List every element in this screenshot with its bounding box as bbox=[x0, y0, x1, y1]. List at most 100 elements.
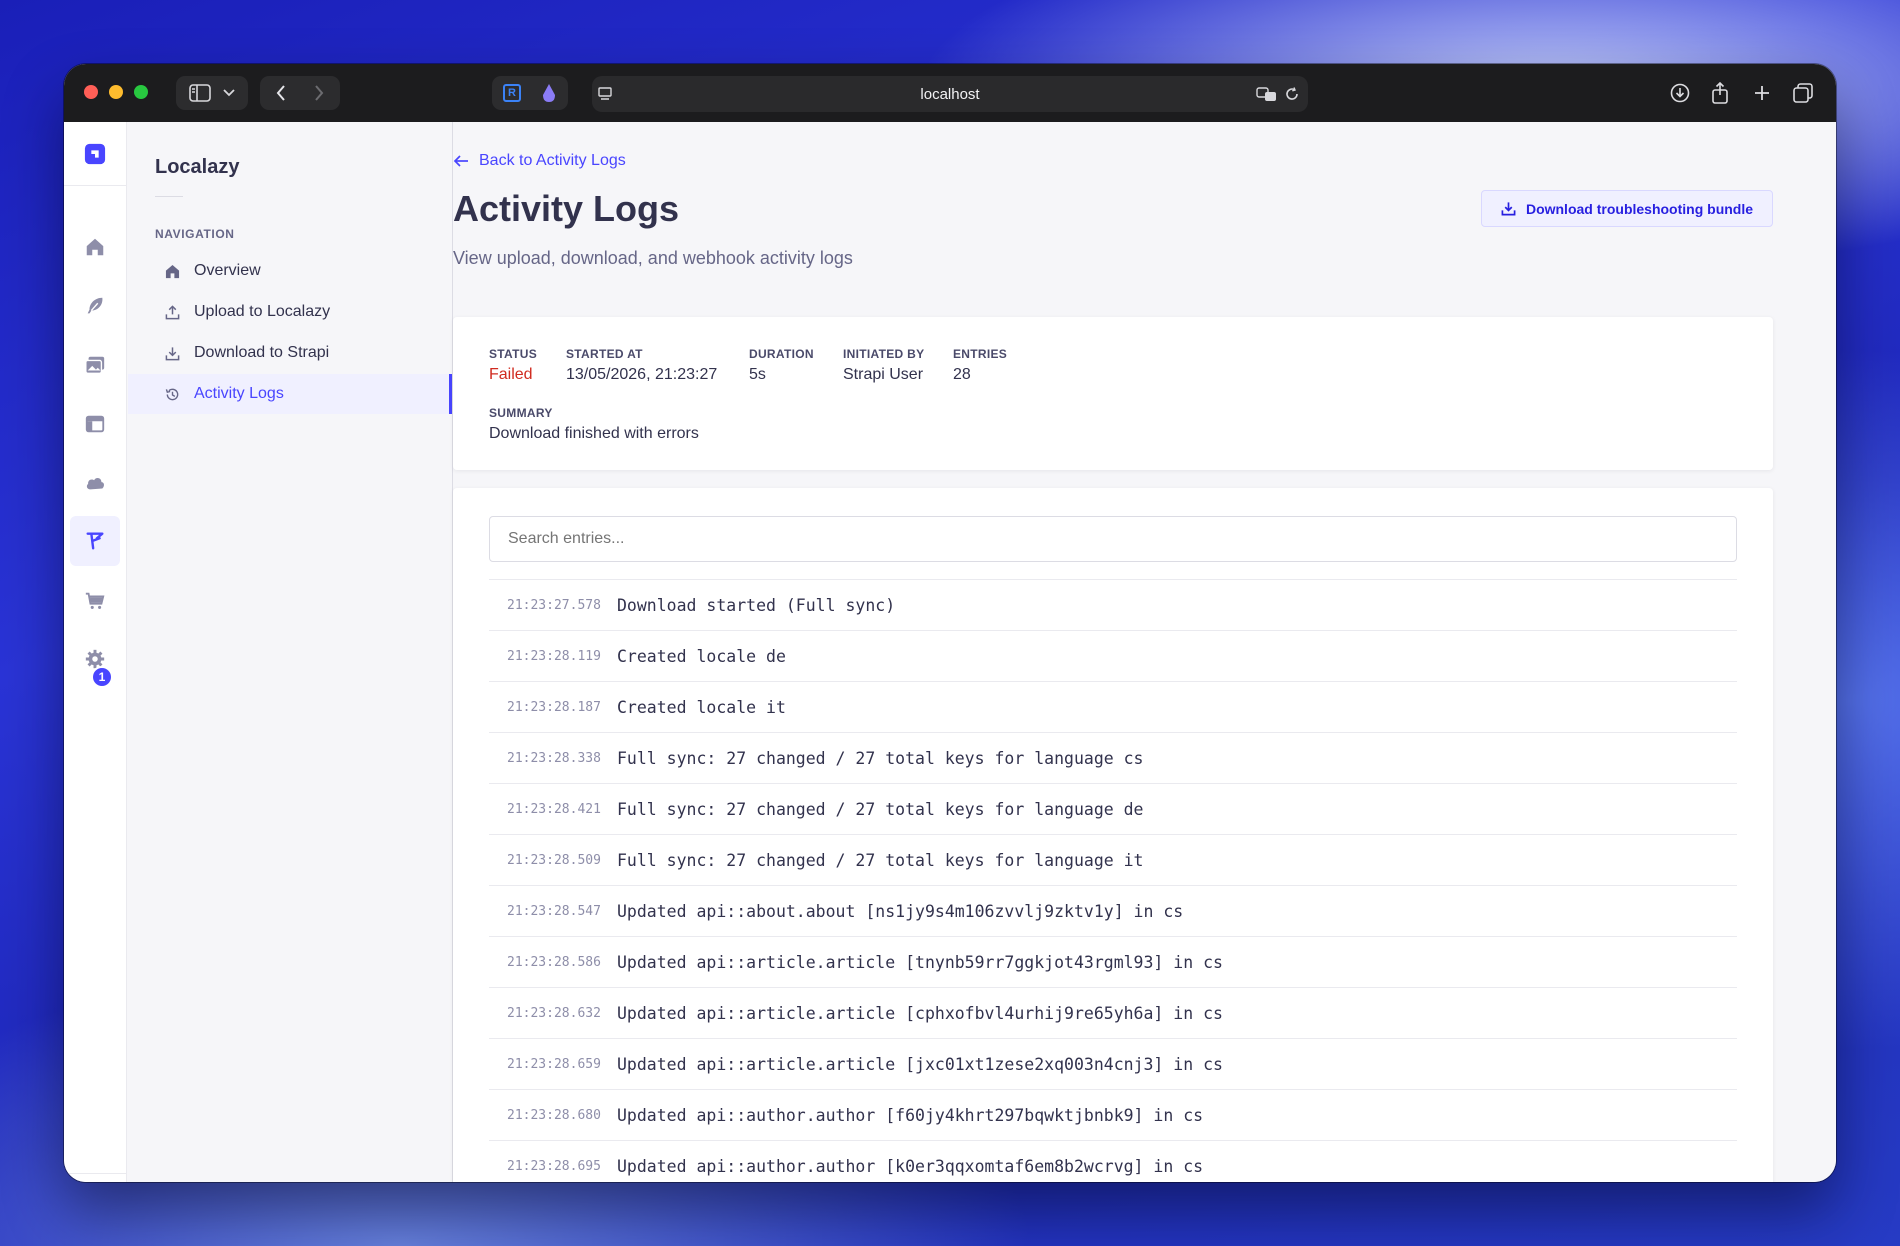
summary-label: SUMMARY bbox=[489, 406, 553, 420]
reload-icon[interactable] bbox=[1285, 87, 1299, 101]
log-entry-message: Updated api::author.author [f60jy4khrt29… bbox=[617, 1105, 1204, 1125]
log-entry-time: 21:23:28.695 bbox=[507, 1158, 601, 1174]
log-entry-time: 21:23:28.547 bbox=[507, 903, 601, 919]
log-entry-message: Download started (Full sync) bbox=[617, 595, 896, 615]
rail-content-manager[interactable] bbox=[70, 399, 120, 449]
initiated-by-label: INITIATED BY bbox=[843, 347, 925, 361]
page-settings-icon[interactable] bbox=[598, 87, 614, 101]
log-entry-row: 21:23:28.338 Full sync: 27 changed / 27 t… bbox=[489, 732, 1737, 783]
log-entry-row: 21:23:28.659 Updated api::article.article… bbox=[489, 1038, 1737, 1089]
zoom-window-button[interactable] bbox=[134, 85, 148, 99]
log-entry-message: Updated api::article.article [jxc01xt1ze… bbox=[617, 1054, 1223, 1074]
minimize-window-button[interactable] bbox=[109, 85, 123, 99]
cart-icon bbox=[85, 592, 105, 609]
cloud-icon bbox=[86, 477, 104, 490]
status-field: STATUS Failed bbox=[489, 347, 537, 384]
rail-cloud[interactable] bbox=[70, 458, 120, 508]
log-summary-card bbox=[453, 317, 1773, 470]
back-arrow-icon[interactable] bbox=[276, 85, 286, 101]
downloads-icon[interactable] bbox=[1667, 80, 1693, 106]
sidebar-icon bbox=[189, 84, 211, 102]
new-tab-icon[interactable] bbox=[1749, 80, 1775, 106]
window-controls bbox=[84, 85, 148, 99]
browser-toolbar: R localhost bbox=[64, 64, 1836, 122]
close-window-button[interactable] bbox=[84, 85, 98, 99]
rail-marketplace[interactable] bbox=[70, 576, 120, 626]
rail-divider bbox=[64, 185, 127, 186]
sidebar-toggle-button[interactable] bbox=[176, 76, 248, 110]
duration-label: DURATION bbox=[749, 347, 814, 361]
summary-field: SUMMARY Download finished with errors bbox=[489, 406, 699, 443]
log-entry-message: Created locale de bbox=[617, 646, 786, 666]
log-entry-time: 21:23:28.338 bbox=[507, 750, 601, 766]
log-entry-message: Full sync: 27 changed / 27 total keys fo… bbox=[617, 850, 1144, 870]
log-entry-time: 21:23:28.119 bbox=[507, 648, 601, 664]
localazy-icon bbox=[86, 532, 104, 550]
sidebar-item-label: Activity Logs bbox=[194, 385, 284, 402]
rail-home[interactable] bbox=[70, 222, 120, 272]
sidebar-item-activity-logs[interactable]: Activity Logs bbox=[128, 374, 452, 414]
upload-icon bbox=[165, 304, 185, 320]
sidebar-item-download[interactable]: Download to Strapi bbox=[128, 333, 452, 373]
rail-content-type-builder[interactable] bbox=[70, 281, 120, 331]
download-bundle-button[interactable]: Download troubleshooting bundle bbox=[1481, 190, 1773, 227]
log-entry-message: Updated api::article.article [cphxofbvl4… bbox=[617, 1003, 1223, 1023]
layout-icon bbox=[85, 415, 105, 433]
extension-icon[interactable] bbox=[541, 83, 557, 103]
sidebar-item-label: Overview bbox=[194, 262, 261, 279]
back-link-label: Back to Activity Logs bbox=[479, 152, 626, 169]
download-bundle-label: Download troubleshooting bundle bbox=[1525, 200, 1754, 217]
tab-overview-icon[interactable] bbox=[1790, 80, 1816, 106]
search-entries-input[interactable] bbox=[489, 516, 1737, 562]
log-entry-time: 21:23:28.659 bbox=[507, 1056, 601, 1072]
share-icon[interactable] bbox=[1707, 80, 1733, 106]
started-at-value: 13/05/2026, 21:23:27 bbox=[566, 366, 718, 383]
rail-localazy-plugin[interactable] bbox=[70, 516, 120, 566]
summary-value: Download finished with errors bbox=[489, 425, 699, 442]
history-nav-group bbox=[260, 76, 340, 110]
home-icon bbox=[86, 238, 104, 256]
log-entry-row: 21:23:28.586 Updated api::article.article… bbox=[489, 936, 1737, 987]
log-entry-message: Full sync: 27 changed / 27 total keys fo… bbox=[617, 748, 1144, 768]
forward-arrow-icon[interactable] bbox=[314, 85, 324, 101]
rail-media-library[interactable] bbox=[70, 340, 120, 390]
log-entry-row: 21:23:27.578 Download started (Full sync) bbox=[489, 579, 1737, 630]
started-at-label: STARTED AT bbox=[566, 347, 643, 361]
log-entry-row: 21:23:28.119 Created locale de bbox=[489, 630, 1737, 681]
sidebar-item-label: Download to Strapi bbox=[194, 344, 330, 361]
initiated-by-value: Strapi User bbox=[843, 366, 924, 383]
log-entry-row: 21:23:28.632 Updated api::article.article… bbox=[489, 987, 1737, 1038]
log-entry-time: 21:23:28.421 bbox=[507, 801, 601, 817]
images-icon bbox=[85, 356, 105, 374]
entries-label: ENTRIES bbox=[953, 347, 1008, 361]
r-extension-icon[interactable]: R bbox=[503, 84, 521, 102]
chevron-down-icon bbox=[223, 89, 235, 97]
rail-divider-bottom bbox=[64, 1173, 127, 1174]
status-value: Failed bbox=[489, 366, 533, 383]
back-link[interactable]: Back to Activity Logs bbox=[453, 152, 626, 170]
download-icon bbox=[165, 346, 185, 361]
status-label: STATUS bbox=[489, 347, 538, 361]
log-entry-message: Updated api::article.article [tnynb59rr7… bbox=[617, 952, 1223, 972]
entries-field: ENTRIES 28 bbox=[953, 347, 1007, 384]
log-entry-message: Updated api::author.author [k0er3qqxomta… bbox=[617, 1156, 1204, 1176]
strapi-logo-icon bbox=[84, 143, 106, 165]
log-entry-time: 21:23:28.632 bbox=[507, 1005, 601, 1021]
log-entry-row: 21:23:28.680 Updated api::author.author [… bbox=[489, 1089, 1737, 1140]
log-entry-time: 21:23:27.578 bbox=[507, 597, 601, 613]
sidebar-item-upload[interactable]: Upload to Localazy bbox=[128, 292, 452, 332]
translate-icon[interactable] bbox=[1256, 86, 1278, 102]
page-subtitle: View upload, download, and webhook activ… bbox=[453, 248, 853, 268]
notification-badge: 1 bbox=[91, 666, 113, 688]
arrow-left-icon bbox=[453, 155, 468, 167]
address-bar[interactable]: localhost bbox=[592, 76, 1308, 112]
address-text: localhost bbox=[920, 85, 980, 103]
page-title: Activity Logs bbox=[453, 188, 680, 229]
home-icon bbox=[165, 264, 185, 279]
sidebar-item-overview[interactable]: Overview bbox=[128, 251, 452, 291]
log-entry-row: 21:23:28.509 Full sync: 27 changed / 27 t… bbox=[489, 834, 1737, 885]
duration-value: 5s bbox=[749, 366, 766, 383]
download-icon bbox=[1501, 202, 1516, 216]
rail-logo[interactable] bbox=[70, 129, 120, 179]
sidebar-title-divider bbox=[155, 196, 183, 197]
